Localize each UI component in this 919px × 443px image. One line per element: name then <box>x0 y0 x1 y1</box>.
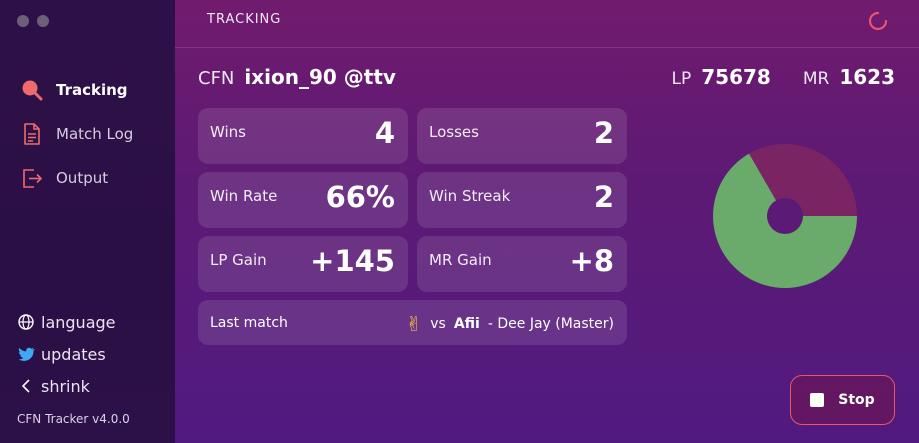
vs-label: vs <box>430 316 446 332</box>
mr-label: MR <box>802 69 830 89</box>
window-controls <box>17 15 49 27</box>
updates-link[interactable]: updates <box>17 338 116 370</box>
sidebar-item-label: Match Log <box>56 125 134 143</box>
win-streak-value: 2 <box>593 180 614 214</box>
close-window-button[interactable] <box>17 15 29 27</box>
shrink-link[interactable]: shrink <box>17 370 116 402</box>
last-match-label: Last match <box>210 315 288 331</box>
mr-gain-label: MR Gain <box>429 251 492 269</box>
sidebar: Tracking Match Log Output language updat… <box>0 0 175 443</box>
mr-gain-value: +8 <box>569 244 614 278</box>
win-loss-donut-chart <box>713 144 857 288</box>
mr-gain-card: MR Gain +8 <box>417 236 627 292</box>
main-panel: TRACKING CFN ixion_90 @ttv LP 75678 MR 1… <box>175 0 919 443</box>
twitter-icon <box>17 345 35 363</box>
chevron-left-icon <box>17 377 35 395</box>
language-label: language <box>41 312 116 332</box>
stop-button-label: Stop <box>838 392 875 408</box>
donut-hole <box>767 198 803 234</box>
app-version: CFN Tracker v4.0.0 <box>17 412 130 426</box>
wins-label: Wins <box>210 123 246 141</box>
opponent-detail: - Dee Jay (Master) <box>487 316 614 332</box>
player-info: CFN ixion_90 @ttv <box>198 65 396 89</box>
search-icon <box>20 78 44 102</box>
win-rate-value: 66% <box>325 180 395 214</box>
cfn-label: CFN <box>198 68 235 89</box>
stop-icon <box>810 393 825 407</box>
mr-value: 1623 <box>839 65 895 89</box>
sidebar-item-output[interactable]: Output <box>20 156 133 200</box>
export-icon <box>20 166 44 190</box>
losses-label: Losses <box>429 123 479 141</box>
lp-gain-label: LP Gain <box>210 251 267 269</box>
win-rate-card: Win Rate 66% <box>198 172 408 228</box>
lp-gain-value: +145 <box>310 244 395 278</box>
last-match-card: Last match ✌ vs Afii - Dee Jay (Master) <box>198 300 627 345</box>
globe-icon <box>17 313 35 331</box>
loading-spinner-icon <box>868 11 888 31</box>
win-streak-card: Win Streak 2 <box>417 172 627 228</box>
updates-label: updates <box>41 344 106 364</box>
wins-value: 4 <box>374 116 395 150</box>
sidebar-item-label: Output <box>56 169 109 187</box>
last-match-details: ✌ vs Afii - Dee Jay (Master) <box>405 312 614 336</box>
wins-card: Wins 4 <box>198 108 408 164</box>
player-name: ixion_90 @ttv <box>244 65 396 89</box>
sidebar-item-match-log[interactable]: Match Log <box>20 112 133 156</box>
lp-gain-card: LP Gain +145 <box>198 236 408 292</box>
document-icon <box>20 122 44 146</box>
rank-info: LP 75678 MR 1623 <box>672 65 895 89</box>
top-bar: TRACKING <box>175 0 919 48</box>
losses-value: 2 <box>593 116 614 150</box>
losses-card: Losses 2 <box>417 108 627 164</box>
win-rate-label: Win Rate <box>210 187 278 205</box>
sidebar-nav: Tracking Match Log Output <box>20 68 133 200</box>
win-streak-label: Win Streak <box>429 187 511 205</box>
sidebar-item-tracking[interactable]: Tracking <box>20 68 133 112</box>
sidebar-links: language updates shrink <box>17 306 116 402</box>
sidebar-item-label: Tracking <box>56 81 128 99</box>
shrink-label: shrink <box>41 376 90 396</box>
language-link[interactable]: language <box>17 306 116 338</box>
stop-button[interactable]: Stop <box>790 375 895 425</box>
lp-label: LP <box>671 69 692 89</box>
page-title: TRACKING <box>207 12 282 27</box>
minimize-window-button[interactable] <box>37 15 49 27</box>
opponent-name: Afii <box>453 316 480 332</box>
victory-hand-icon: ✌ <box>405 312 423 336</box>
lp-value: 75678 <box>701 65 771 89</box>
